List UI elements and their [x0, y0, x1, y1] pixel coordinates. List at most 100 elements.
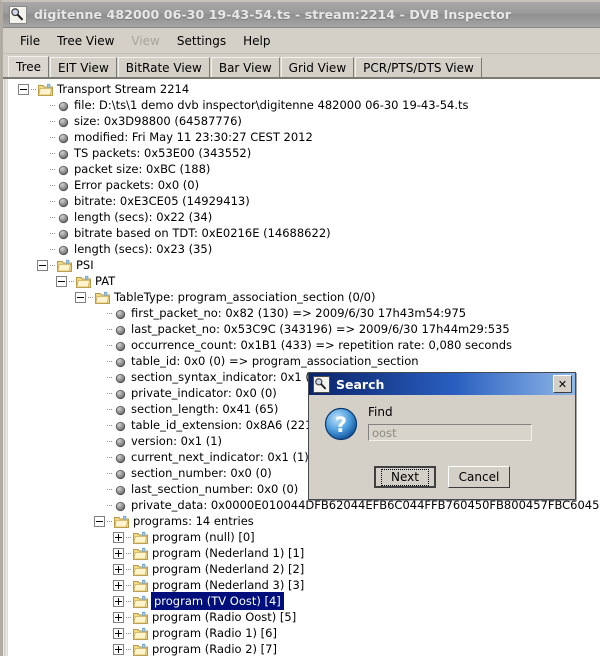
tree-node-list[interactable]: Transport Stream 2214 file: D:\ts\1 demo …	[7, 79, 600, 656]
tab-grid-view[interactable]: Grid View	[280, 57, 355, 77]
tree-connector	[69, 273, 76, 289]
tree-node-leaf[interactable]: bitrate based on TDT: 0xE0216E (14688622…	[8, 225, 600, 241]
collapse-icon[interactable]	[94, 515, 105, 527]
bullet-icon	[58, 212, 69, 223]
tree-node-label: program (Radio Oost) [5]	[152, 610, 297, 624]
tree-node-leaf[interactable]: TS packets: 0x53E00 (343552)	[8, 145, 600, 161]
tree-node-leaf[interactable]: occurrence_count: 0x1B1 (433) => repetit…	[8, 337, 600, 353]
menu-item-help[interactable]: Help	[235, 32, 279, 50]
tree-connector	[126, 529, 133, 545]
cancel-button[interactable]: Cancel	[448, 466, 510, 488]
tree-node-folder[interactable]: program (Radio Oost) [5]	[8, 609, 600, 625]
tree-node-label: TS packets: 0x53E00 (343552)	[74, 146, 252, 160]
tree-node-leaf[interactable]: packet size: 0xBC (188)	[8, 161, 600, 177]
tree-node-folder[interactable]: programs: 14 entries	[8, 513, 600, 529]
tree-connector	[107, 321, 114, 337]
tree-node-folder[interactable]: program (Radio 2) [7]	[8, 641, 600, 656]
bullet-icon	[58, 148, 69, 159]
tree-node-leaf[interactable]: size: 0x3D98800 (64587776)	[8, 113, 600, 129]
expand-icon[interactable]	[113, 611, 124, 623]
bullet-icon	[58, 180, 69, 191]
expand-icon[interactable]	[113, 595, 124, 607]
collapse-icon[interactable]	[75, 291, 86, 303]
collapse-icon[interactable]	[56, 275, 67, 287]
tree-node-folder[interactable]: Transport Stream 2214	[8, 81, 600, 97]
tree-connector	[50, 161, 57, 177]
tree-connector	[107, 497, 114, 513]
tree-connector	[88, 289, 95, 305]
tree-node-label: Error packets: 0x0 (0)	[74, 178, 200, 192]
tab-tree[interactable]: Tree	[8, 56, 50, 77]
tree-node-leaf[interactable]: length (secs): 0x23 (35)	[8, 241, 600, 257]
view-tabstrip: Tree EIT View BitRate View Bar View Grid…	[3, 54, 600, 77]
tree-connector	[126, 577, 133, 593]
bullet-icon	[115, 356, 126, 367]
expand-icon[interactable]	[113, 579, 124, 591]
tree-node-folder[interactable]: program (null) [0]	[8, 529, 600, 545]
tree-node-folder[interactable]: program (Nederland 2) [2]	[8, 561, 600, 577]
menu-item-file[interactable]: File	[12, 32, 49, 50]
bullet-icon	[58, 164, 69, 175]
tree-node-label: packet size: 0xBC (188)	[74, 162, 211, 176]
next-button[interactable]: Next	[374, 466, 436, 488]
tree-node-folder[interactable]: program (Nederland 1) [1]	[8, 545, 600, 561]
expand-icon[interactable]	[113, 531, 124, 543]
tab-bar-view[interactable]: Bar View	[210, 57, 280, 77]
tree-node-folder[interactable]: program (Nederland 3) [3]	[8, 577, 600, 593]
tree-node-leaf[interactable]: file: D:\ts\1 demo dvb inspector\digiten…	[8, 97, 600, 113]
search-input[interactable]: oost	[368, 424, 532, 441]
tree-node-leaf[interactable]: length (secs): 0x22 (34)	[8, 209, 600, 225]
tree-node-folder[interactable]: PSI	[8, 257, 600, 273]
tree-connector	[107, 449, 114, 465]
folder-icon	[133, 627, 148, 640]
expand-icon[interactable]	[113, 563, 124, 575]
collapse-icon[interactable]	[18, 83, 29, 95]
tab-bitrate-view[interactable]: BitRate View	[117, 57, 210, 77]
tab-eit-view[interactable]: EIT View	[50, 57, 117, 77]
tree-node-leaf[interactable]: modified: Fri May 11 23:30:27 CEST 2012	[8, 129, 600, 145]
tree-node-leaf[interactable]: last_packet_no: 0x53C9C (343196) => 2009…	[8, 321, 600, 337]
tree-node-leaf[interactable]: table_id: 0x0 (0) => program_association…	[8, 353, 600, 369]
collapse-icon[interactable]	[37, 259, 48, 271]
window-titlebar: digitenne 482000 06-30 19-43-54.ts - str…	[3, 2, 600, 28]
tree-node-folder[interactable]: program (TV Oost) [4]	[8, 592, 600, 610]
close-icon[interactable]: ✕	[553, 375, 572, 393]
tree-node-folder[interactable]: program (Radio 1) [6]	[8, 625, 600, 641]
expand-icon[interactable]	[113, 643, 124, 655]
folder-icon	[133, 531, 148, 544]
search-dialog: Search ✕ ? Find oost Next Cancel	[308, 372, 576, 500]
bullet-icon	[115, 372, 126, 383]
menu-item-settings[interactable]: Settings	[169, 32, 235, 50]
tree-connector	[50, 257, 57, 273]
tree-node-leaf[interactable]: bitrate: 0xE3CE05 (14929413)	[8, 193, 600, 209]
menu-item-tree-view[interactable]: Tree View	[49, 32, 123, 50]
menu-item-view: View	[131, 33, 160, 48]
expand-icon[interactable]	[113, 547, 124, 559]
tree-connector	[107, 305, 114, 321]
tree-node-leaf[interactable]: first_packet_no: 0x82 (130) => 2009/6/30…	[8, 305, 600, 321]
tree-node-folder[interactable]: PAT	[8, 273, 600, 289]
tab-pcr-pts-dts-view[interactable]: PCR/PTS/DTS View	[355, 57, 482, 77]
tree-node-label: program (TV Oost) [4]	[151, 592, 284, 610]
tree-node-label: section_length: 0x41 (65)	[131, 402, 279, 416]
tree-node-leaf[interactable]: Error packets: 0x0 (0)	[8, 177, 600, 193]
bullet-icon	[58, 132, 69, 143]
bullet-icon	[115, 340, 126, 351]
tree-node-folder[interactable]: TableType: program_association_section (…	[8, 289, 600, 305]
tree-node-label: Transport Stream 2214	[57, 82, 190, 96]
tree-node-label: program (Nederland 3) [3]	[152, 578, 305, 592]
expand-icon[interactable]	[113, 627, 124, 639]
tree-connector	[126, 593, 133, 609]
